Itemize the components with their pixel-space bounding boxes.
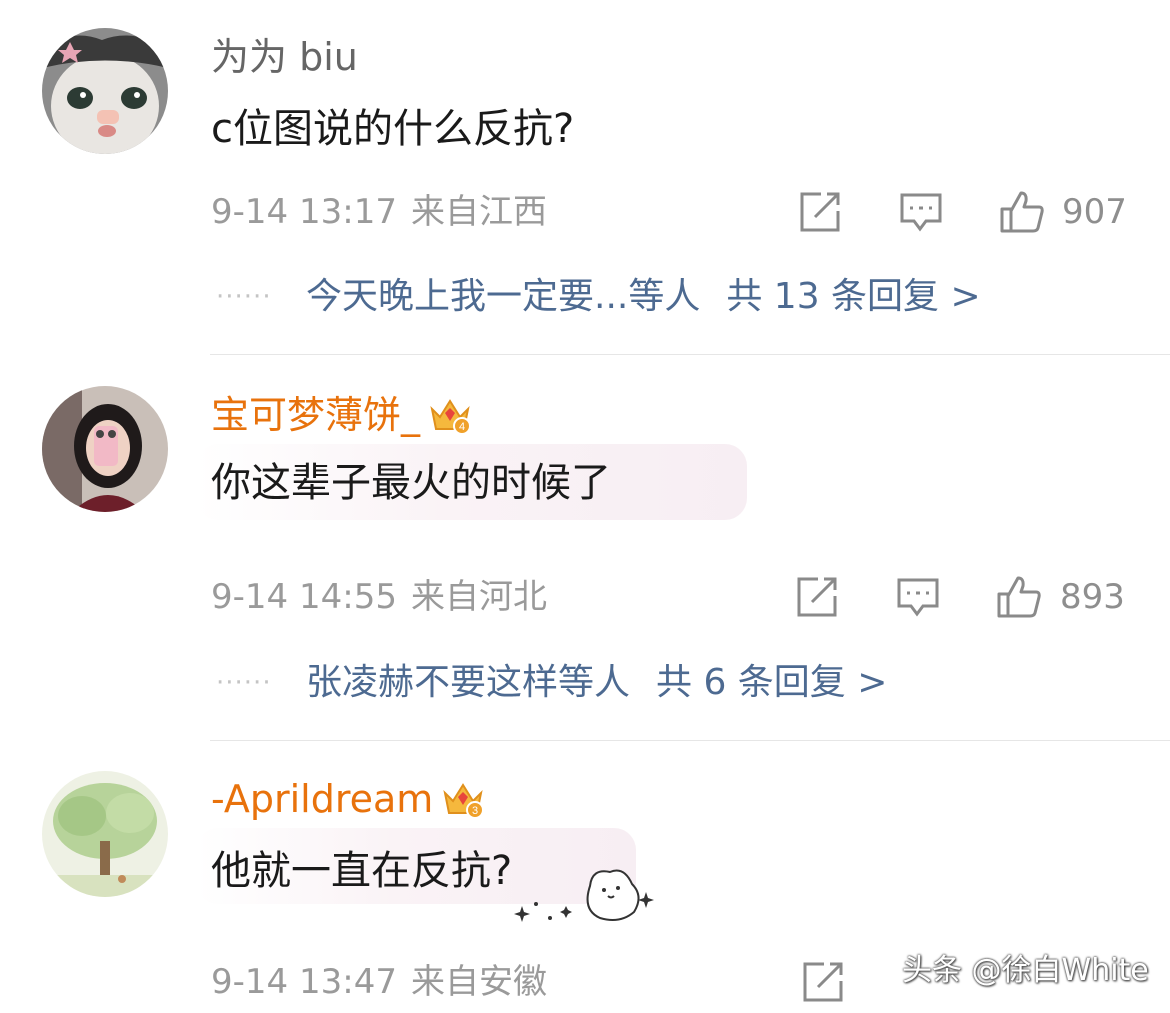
username-text[interactable]: 为为 biu	[211, 34, 358, 80]
comment-date: 9-14 13:17	[211, 192, 397, 232]
comment-location: 来自安徽	[410, 962, 547, 1002]
username-text[interactable]: 宝可梦薄饼_	[211, 392, 420, 438]
comment-meta: 9-14 14:55 来自河北	[211, 577, 547, 617]
comment-icon[interactable]	[895, 574, 941, 620]
like-count: 893	[1060, 577, 1125, 617]
thumbs-up-icon[interactable]	[999, 189, 1045, 235]
comment-text: 他就一直在反抗?	[211, 848, 513, 894]
watermark: 头条 @徐白White	[902, 953, 1149, 988]
reply-summary[interactable]: ······ 张凌赫不要这样等人 共 6 条回复 >	[216, 661, 887, 705]
comment-text: 你这辈子最火的时候了	[211, 460, 611, 506]
avatar[interactable]	[42, 28, 168, 154]
reply-preview[interactable]: 张凌赫不要这样等人	[306, 661, 630, 705]
share-icon[interactable]	[794, 574, 840, 620]
comment-meta: 9-14 13:17 来自江西	[211, 192, 547, 232]
vip-level: 4	[459, 421, 465, 433]
username-text[interactable]: -Aprildream	[211, 776, 433, 822]
bear-sticker-icon	[514, 869, 654, 922]
vip-crown-icon: 3	[441, 777, 485, 821]
share-icon[interactable]	[797, 189, 843, 235]
comment-text: c位图说的什么反抗?	[211, 106, 575, 152]
comment-location: 来自江西	[410, 192, 547, 232]
comment-date: 9-14 13:47	[211, 962, 397, 1002]
vip-level: 3	[472, 805, 478, 817]
comment-meta: 9-14 13:47 来自安徽	[211, 962, 547, 1002]
like-count: 907	[1062, 192, 1127, 232]
reply-preview[interactable]: 今天晚上我一定要...等人	[306, 275, 700, 319]
divider	[210, 354, 1170, 355]
thumbs-up-icon[interactable]	[996, 574, 1042, 620]
divider	[210, 740, 1170, 741]
avatar[interactable]	[42, 386, 168, 512]
username[interactable]: 宝可梦薄饼_ 4	[211, 392, 472, 438]
comment-location: 来自河北	[410, 577, 547, 617]
username[interactable]: -Aprildream 3	[211, 776, 485, 822]
comment-date: 9-14 14:55	[211, 577, 397, 617]
reply-total-link[interactable]: 共 13 条回复 >	[726, 275, 980, 319]
share-icon[interactable]	[800, 959, 846, 1005]
reply-dots: ······	[216, 282, 272, 312]
comment-icon[interactable]	[898, 189, 944, 235]
username[interactable]: 为为 biu	[211, 34, 358, 80]
reply-dots: ······	[216, 668, 272, 698]
vip-crown-icon: 4	[428, 393, 472, 437]
avatar[interactable]	[42, 771, 168, 897]
reply-summary[interactable]: ······ 今天晚上我一定要...等人 共 13 条回复 >	[216, 275, 981, 319]
reply-total-link[interactable]: 共 6 条回复 >	[656, 661, 887, 705]
